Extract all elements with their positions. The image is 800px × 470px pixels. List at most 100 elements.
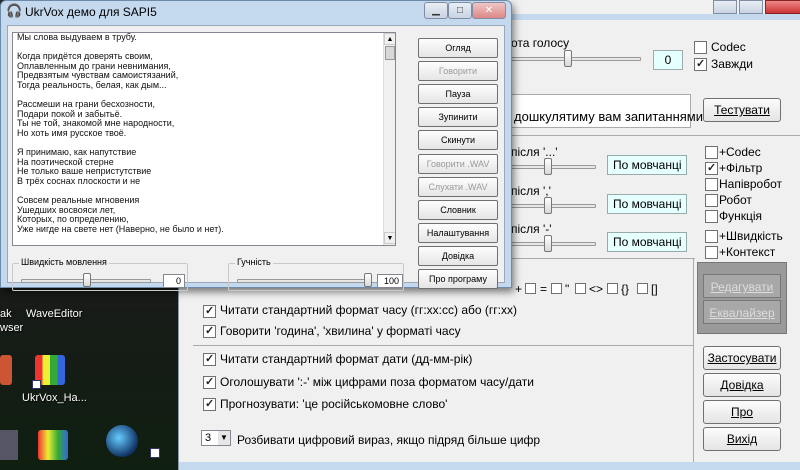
text-line: Тогда реальность, белая, как дым... bbox=[17, 79, 167, 90]
action-button[interactable]: Пауза bbox=[418, 84, 498, 104]
ukrvox-demo-window: 🎧 UkrVox демо для SAPI5 ▁ □ ✕ Мы слова в… bbox=[0, 0, 512, 291]
text-lines: Мы слова выдуваем в трубу. Когда придётся… bbox=[13, 33, 395, 234]
close-button[interactable]: ✕ bbox=[472, 2, 506, 19]
test-button[interactable]: Тестувати bbox=[703, 98, 781, 122]
question-field[interactable]: дошкулятиму вам запитаннями? bbox=[511, 94, 710, 128]
title-bar[interactable]: 🎧 UkrVox демо для SAPI5 ▁ □ ✕ bbox=[1, 1, 511, 23]
volume-slider[interactable] bbox=[237, 279, 367, 283]
option-label: Прогнозувати: 'це російськомовне слово' bbox=[220, 397, 448, 411]
filter-checkbox[interactable] bbox=[705, 161, 718, 175]
context-label: +Контекст bbox=[719, 245, 776, 259]
exit-button[interactable]: Вихід bbox=[703, 427, 781, 451]
symbol-bracket: [] bbox=[651, 282, 658, 296]
action-button[interactable]: Говорити bbox=[418, 61, 498, 81]
help-button[interactable]: Довідка bbox=[703, 373, 781, 397]
function-label: Функція bbox=[719, 209, 763, 223]
folder-icon[interactable] bbox=[0, 355, 12, 385]
option-checkbox[interactable] bbox=[203, 324, 216, 338]
symbol-checkbox[interactable] bbox=[551, 283, 562, 294]
desktop-label: wser bbox=[0, 322, 24, 334]
pause-slider-thumb[interactable] bbox=[544, 235, 552, 252]
symbol-checkbox[interactable] bbox=[607, 283, 618, 294]
action-button[interactable]: Словник bbox=[418, 200, 498, 220]
window-title: UkrVox демо для SAPI5 bbox=[25, 5, 157, 19]
test-button-label: Тестувати bbox=[714, 103, 770, 117]
maximize-button[interactable] bbox=[739, 0, 763, 14]
speed-value: 0 bbox=[163, 274, 185, 288]
action-button[interactable]: Довідка bbox=[418, 246, 498, 266]
speed-label: Швидкість мовлення bbox=[19, 257, 109, 267]
option-checkbox[interactable] bbox=[203, 352, 216, 366]
action-button[interactable]: Огляд bbox=[418, 38, 498, 58]
scrollbar-thumb[interactable] bbox=[385, 46, 395, 60]
desktop-label: WaveEditor bbox=[26, 308, 83, 320]
symbol-eq: = bbox=[540, 282, 548, 296]
option-checkbox[interactable] bbox=[203, 397, 216, 411]
scroll-up-icon[interactable]: ▲ bbox=[384, 33, 395, 45]
semirobot-checkbox[interactable] bbox=[705, 178, 718, 191]
pause-label: після ',' bbox=[511, 184, 551, 198]
speed-slider-thumb[interactable] bbox=[83, 273, 91, 287]
volume-slider-thumb[interactable] bbox=[364, 273, 372, 287]
digits-label: Розбивати цифровий вираз, якщо підряд бі… bbox=[237, 433, 541, 447]
action-button[interactable]: Налаштування bbox=[418, 223, 498, 243]
text-area[interactable]: Мы слова выдуваем в трубу. Когда придётся… bbox=[12, 32, 396, 246]
text-line: Уже нигде на свете нет (Наверно, не было… bbox=[17, 223, 224, 234]
maximize-button[interactable]: □ bbox=[448, 2, 472, 19]
option-label: Читати стандартний формат часу (гг:хх:сс… bbox=[220, 303, 517, 317]
pause-slider[interactable] bbox=[511, 165, 596, 169]
always-checkbox[interactable] bbox=[694, 57, 707, 71]
folder-icon[interactable] bbox=[0, 430, 18, 460]
pause-slider[interactable] bbox=[511, 242, 596, 246]
action-button[interactable]: Слухати .WAV bbox=[418, 177, 498, 197]
pause-slider[interactable] bbox=[511, 204, 596, 208]
symbol-checkbox[interactable] bbox=[575, 283, 586, 294]
codec-checkbox[interactable] bbox=[694, 41, 707, 54]
ukrvox-icon[interactable] bbox=[38, 430, 68, 460]
option-checkbox[interactable] bbox=[203, 304, 216, 318]
digits-select[interactable]: 3 ▼ bbox=[201, 430, 231, 446]
pause-value: По мовчанці bbox=[607, 232, 687, 252]
action-button[interactable]: Говорити .WAV bbox=[418, 154, 498, 174]
always-label: Завжди bbox=[711, 57, 753, 71]
option-label: Оголошувати ':-' між цифрами поза формат… bbox=[220, 375, 535, 389]
text-line: В трёх соснах плоскости и не bbox=[17, 175, 141, 186]
codec-plus-label: +Codec bbox=[719, 145, 761, 159]
close-button[interactable] bbox=[765, 0, 800, 14]
volume-slider[interactable] bbox=[511, 57, 641, 61]
vertical-scrollbar[interactable]: ▲ ▼ bbox=[383, 33, 395, 245]
text-line: Мы слова выдуваем в трубу. bbox=[17, 32, 137, 42]
filter-label: +Фільтр bbox=[719, 161, 763, 175]
action-button[interactable]: Скинути bbox=[418, 130, 498, 150]
scroll-down-icon[interactable]: ▼ bbox=[384, 232, 395, 244]
desktop-label[interactable]: UkrVox_Ha... bbox=[22, 392, 87, 404]
function-checkbox[interactable] bbox=[705, 210, 718, 223]
edit-button[interactable]: Редагувати bbox=[703, 274, 781, 298]
option-label: Читати стандартний формат дати (дд-мм-рі… bbox=[220, 352, 473, 366]
speed-checkbox[interactable] bbox=[705, 230, 718, 243]
pause-slider-thumb[interactable] bbox=[544, 197, 552, 214]
equalizer-button[interactable]: Еквалайзер bbox=[703, 300, 781, 324]
robot-checkbox[interactable] bbox=[705, 194, 718, 207]
symbol-angle: <> bbox=[589, 282, 604, 296]
codec-plus-checkbox[interactable] bbox=[705, 146, 718, 159]
pause-label: після '-' bbox=[511, 222, 552, 236]
volume-slider-thumb[interactable] bbox=[564, 50, 572, 67]
pause-slider-thumb[interactable] bbox=[544, 158, 552, 175]
volume-value: 100 bbox=[377, 274, 403, 288]
symbol-checkbox[interactable] bbox=[525, 283, 536, 294]
action-button[interactable]: Про програму bbox=[418, 269, 498, 289]
action-button[interactable]: Зупинити bbox=[418, 107, 498, 127]
apply-button[interactable]: Застосувати bbox=[703, 346, 781, 370]
volume-label: Гучність bbox=[235, 257, 273, 267]
minimize-button[interactable] bbox=[713, 0, 737, 14]
chevron-down-icon[interactable]: ▼ bbox=[218, 431, 230, 445]
window-bottom-border bbox=[179, 462, 800, 470]
semirobot-label: Напівробот bbox=[719, 177, 783, 191]
google-earth-icon[interactable] bbox=[106, 425, 138, 457]
minimize-button[interactable]: ▁ bbox=[424, 2, 448, 19]
option-label: Говорити 'година', 'хвилина' у форматі ч… bbox=[220, 324, 461, 338]
about-button[interactable]: Про програму bbox=[703, 400, 781, 441]
option-checkbox[interactable] bbox=[203, 375, 216, 389]
symbol-checkbox[interactable] bbox=[637, 283, 648, 294]
